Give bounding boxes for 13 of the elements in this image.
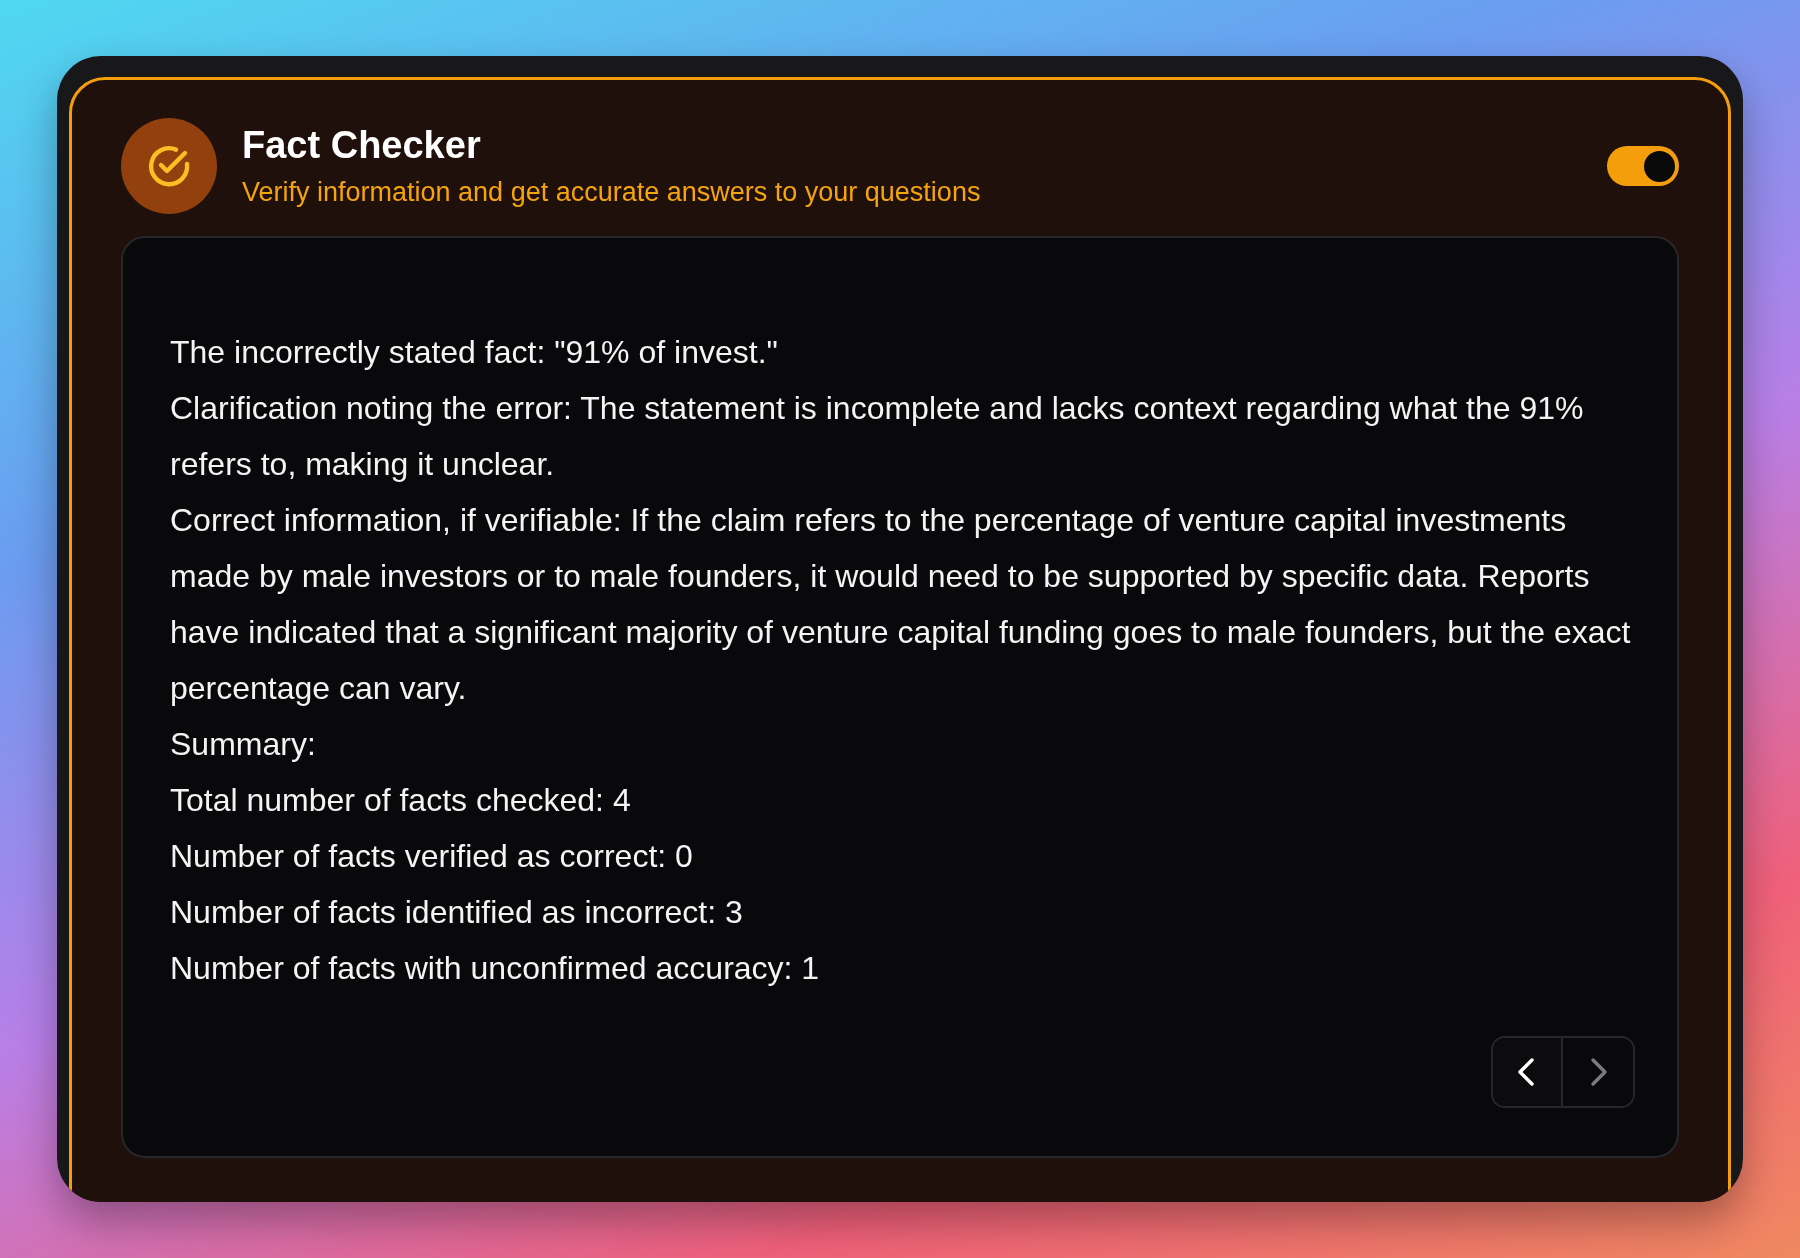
response-text: The incorrectly stated fact: "91% of invest." [170,333,779,372]
response-text: Number of facts with unconfirmed accuracy: 1 [170,949,821,988]
response-text: Summary: [170,725,317,764]
response-text: Clarification noting the error: The statement is incomplete and lacks context regarding what the 91% refers to, making it unclear. [170,389,1585,484]
app-title: Fact Checker [242,123,482,168]
app-subtitle: Verify information and get accurate answers to your questions [242,176,981,209]
response-text: Correct information, if verifiable: If the claim refers to the percentage of venture capital investments made by male investors or to male founders, it would need to be supported by specific data. Reports have indicated that a significant majority of venture capital funding goes to male founders, but the exact percentage can vary. [170,501,1632,708]
toggle-switch[interactable] [1607,146,1679,186]
response-text: Total number of facts checked: 4 [170,781,632,820]
response-text: Number of facts verified as correct: 0 [170,837,694,876]
response-text: Number of facts identified as incorrect: 3 [170,893,744,932]
previous-button[interactable] [1493,1038,1563,1106]
toggle-knob [1644,150,1675,182]
